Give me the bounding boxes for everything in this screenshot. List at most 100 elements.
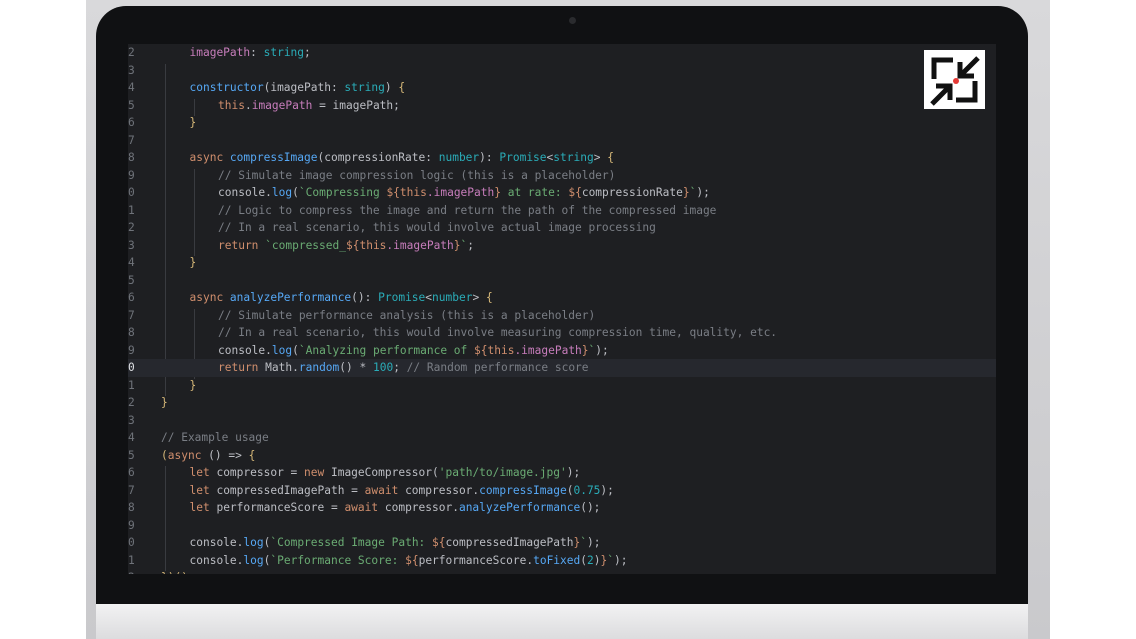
line-number: 7 [128, 133, 135, 147]
line-number: 5 [128, 273, 135, 287]
code-line[interactable]: 9 [128, 517, 996, 535]
code-token: .imagePath [514, 343, 582, 357]
line-number: 5 [128, 98, 135, 112]
monitor-chin [96, 604, 1028, 639]
code-token: // In a real scenario, this would involv… [218, 326, 778, 339]
code-line[interactable]: 0 return Math.random() * 100; // Random p… [128, 359, 996, 377]
line-number: 8 [128, 151, 135, 164]
code-line[interactable]: 8 // In a real scenario, this would invol… [128, 324, 996, 342]
code-text: })(); [161, 569, 195, 574]
code-token: ${ [432, 536, 446, 549]
code-editor[interactable]: 2 imagePath: string; 3 4 constructor(imagePa… [128, 44, 996, 574]
code-token: ${ [386, 186, 400, 199]
code-line[interactable]: 2 // In a real scenario, this would invol… [128, 219, 996, 237]
code-token: string [344, 81, 385, 94]
code-line[interactable]: 3 [128, 412, 996, 430]
code-line[interactable]: 2 imagePath: string; [128, 44, 996, 62]
code-token: ${ [405, 553, 419, 567]
code-token: number [432, 291, 473, 304]
code-token: compressImage [479, 483, 567, 497]
code-text: } [161, 394, 168, 412]
line-number: 2 [128, 221, 135, 234]
code-line[interactable]: 1 console.log(`Performance Score: ${perfo… [128, 552, 996, 570]
code-line[interactable]: 1 // Logic to compress the image and retu… [128, 202, 996, 220]
code-line[interactable]: 8 let performanceScore = await compressor… [128, 499, 996, 517]
code-line[interactable]: 6 async analyzePerformance(): Promise<num… [128, 289, 996, 307]
code-token: ImageCompressor [330, 466, 433, 479]
line-number: 3 [128, 63, 135, 77]
code-line[interactable]: 4 // Example usage [128, 429, 996, 447]
code-line[interactable]: 2 })(); [128, 569, 996, 574]
code-token: ); [566, 466, 581, 479]
code-token: } [494, 186, 501, 199]
code-line[interactable]: 4 constructor(imagePath: string) { [128, 79, 996, 97]
code-text: console.log(`Compressed Image Path: ${co… [190, 534, 601, 552]
code-text: } [190, 254, 197, 272]
line-number: 6 [128, 116, 135, 129]
code-line[interactable]: 9 // Simulate image compression logic (th… [128, 167, 996, 185]
line-number: 7 [128, 308, 135, 322]
code-token: ): [479, 151, 500, 164]
code-token: } [161, 396, 168, 409]
code-line[interactable]: 6} [128, 114, 996, 132]
line-number: 1 [128, 553, 135, 567]
code-token: compressionRate [581, 186, 683, 199]
code-token: 2 [587, 553, 594, 567]
code-token: // Simulate image compression logic (thi… [218, 168, 616, 182]
code-line[interactable]: 0 console.log(`Compressing ${this.imagePa… [128, 184, 996, 202]
code-token: ( [580, 553, 587, 567]
code-token: 'path/to/image.jpg' [438, 466, 567, 479]
code-line[interactable]: 7 // Simulate performance analysis (this … [128, 307, 996, 325]
code-text: // Example usage [161, 429, 269, 447]
code-text: // Simulate image compression logic (thi… [218, 167, 615, 185]
code-line[interactable]: 6 let compressor = new ImageCompressor('p… [128, 464, 996, 482]
code-token: imagePath [189, 46, 251, 59]
line-number: 9 [128, 518, 135, 532]
code-token: { [485, 291, 493, 304]
code-text: this.imagePath = imagePath; [218, 97, 400, 115]
code-text: } [190, 377, 197, 395]
code-line[interactable]: 5 (async () => { [128, 447, 996, 465]
code-token: } [189, 116, 197, 129]
code-text: let compressedImagePath = await compress… [190, 482, 614, 500]
code-line[interactable]: 1} [128, 377, 996, 395]
code-line[interactable]: 2} [128, 394, 996, 412]
code-token: // Example usage [161, 431, 269, 444]
line-number: 3 [128, 413, 135, 427]
code-token: performanceScore. [418, 553, 534, 567]
code-token: Math [265, 361, 293, 374]
code-token: 100 [372, 361, 394, 374]
code-line[interactable]: 4} [128, 254, 996, 272]
code-token: compressImage [229, 151, 318, 164]
code-line[interactable]: 7 let compressedImagePath = await compres… [128, 482, 996, 500]
code-token: await [364, 483, 406, 497]
code-line[interactable]: 5 this.imagePath = imagePath; [128, 97, 996, 115]
code-token: performanceScore = [216, 501, 345, 514]
code-line[interactable]: 3 [128, 62, 996, 80]
code-token: .imagePath [426, 186, 495, 199]
code-text: } [190, 114, 197, 132]
compress-button[interactable] [924, 50, 985, 109]
code-token: this [399, 186, 427, 199]
code-line[interactable]: 7 [128, 132, 996, 150]
code-line[interactable]: 3 return `compressed_${this.imagePath}`; [128, 237, 996, 255]
code-token: . [265, 186, 272, 199]
code-token: (compressionRate: [317, 151, 439, 164]
code-line[interactable]: 8 async compressImage(compressionRate: nu… [128, 149, 996, 167]
line-number: 2 [128, 396, 135, 409]
code-token: await [344, 501, 385, 514]
code-token: // Random performance score [406, 361, 589, 374]
code-token: compressedImagePath [445, 536, 574, 549]
code-token: log [243, 553, 264, 567]
line-number: 8 [128, 501, 135, 514]
line-number: 2 [128, 569, 140, 574]
code-token: . [265, 343, 272, 357]
code-line[interactable]: 0 console.log(`Compressed Image Path: ${c… [128, 534, 996, 552]
code-line[interactable]: 5 [128, 272, 996, 290]
code-token: this [487, 343, 515, 357]
code-token: ` [580, 536, 587, 549]
code-text: // Simulate performance analysis (this i… [218, 307, 595, 325]
code-line[interactable]: 9 console.log(`Analyzing performance of $… [128, 342, 996, 360]
code-text: return Math.random() * 100; // Random pe… [218, 359, 589, 377]
code-token: `Performance Score: [270, 553, 406, 567]
